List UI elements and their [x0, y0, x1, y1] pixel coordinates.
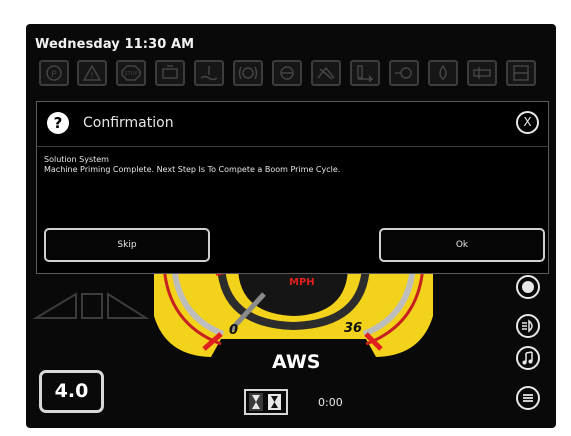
message-line-1: Solution System: [44, 155, 109, 164]
speed-unit: MPH: [289, 277, 315, 288]
steer-mode-label: AWS: [272, 351, 321, 373]
message-line-2: Machine Priming Complete. Next Step Is T…: [44, 165, 341, 174]
question-icon: ?: [47, 112, 69, 134]
brightness-icon[interactable]: [516, 275, 540, 299]
dialog-header: ? Confirmation X: [37, 102, 548, 147]
version-button[interactable]: 4.0: [39, 370, 104, 413]
headlight-icon[interactable]: [516, 314, 540, 338]
close-button[interactable]: X: [516, 111, 539, 134]
display-screen: Wednesday 11:30 AM P ! STOP MPH 0 36 AWS…: [26, 24, 556, 428]
menu-icon[interactable]: [516, 386, 540, 410]
confirmation-dialog: ? Confirmation X Solution System Machine…: [36, 101, 549, 274]
ok-button[interactable]: Ok: [379, 228, 545, 262]
speed-max-label: 36: [344, 321, 363, 336]
timer-readout: 0:00: [318, 396, 343, 409]
speed-min-label: 0: [229, 323, 239, 338]
dialog-message: Solution System Machine Priming Complete…: [44, 155, 340, 175]
music-icon[interactable]: [516, 346, 540, 370]
skip-button[interactable]: Skip: [44, 228, 210, 262]
dialog-title: Confirmation: [83, 115, 174, 131]
hourglass-icon[interactable]: [244, 389, 288, 415]
